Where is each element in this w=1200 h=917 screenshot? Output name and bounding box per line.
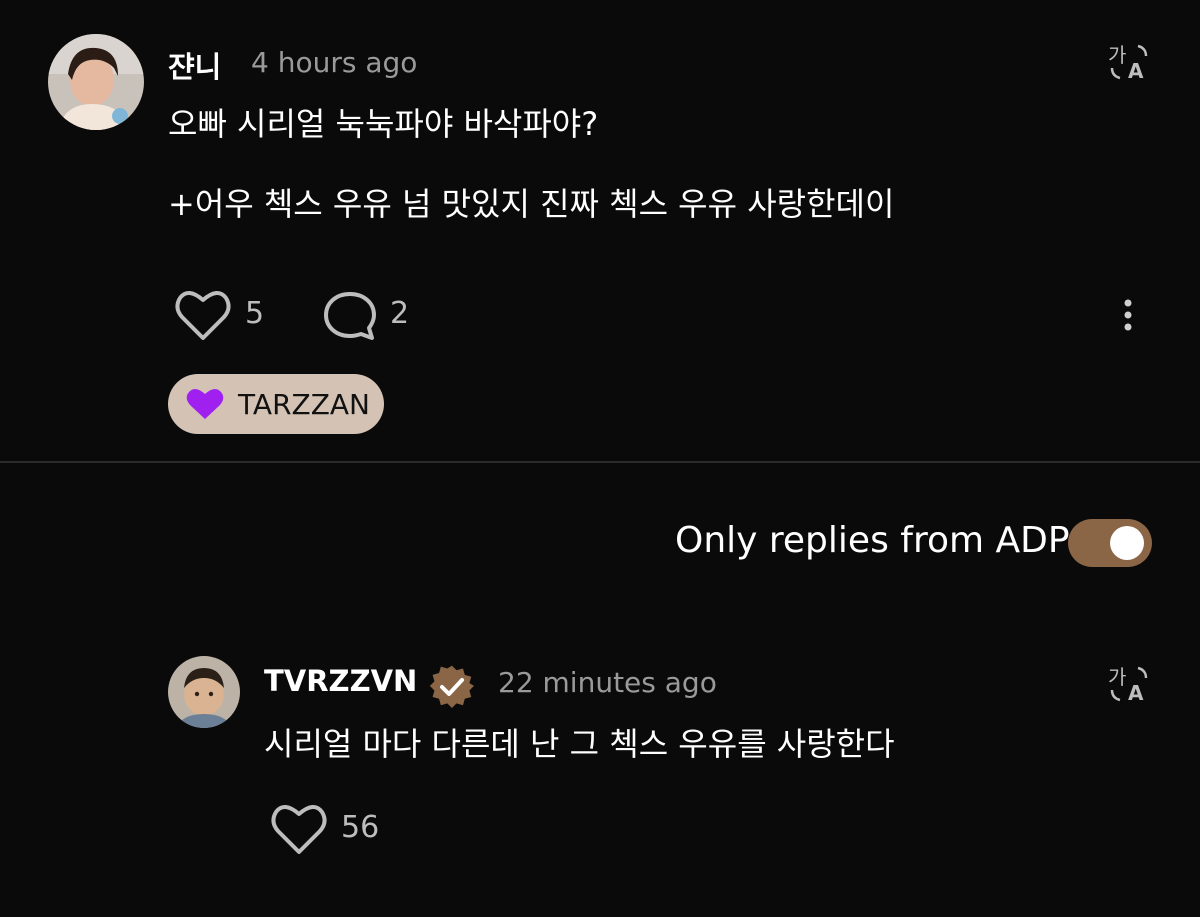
reply-text: 시리얼 마다 다른데 난 그 첵스 우유를 사랑한다 bbox=[264, 725, 895, 763]
like-button[interactable] bbox=[174, 288, 232, 342]
artist-replies-toggle[interactable] bbox=[1068, 519, 1152, 567]
comment-text: 오빠 시리얼 눅눅파야 바삭파야? +어우 첵스 우유 넘 맛있지 진짜 첵스 … bbox=[168, 105, 895, 223]
comment-timestamp: 4 hours ago bbox=[251, 46, 418, 79]
svg-text:A: A bbox=[1128, 59, 1144, 80]
more-vertical-icon bbox=[1124, 299, 1132, 331]
reply-like-count: 56 bbox=[341, 810, 380, 845]
heart-outline-icon bbox=[175, 291, 231, 340]
svg-text:가: 가 bbox=[1108, 665, 1126, 689]
replier-name[interactable]: TVRZZVN bbox=[264, 664, 417, 698]
commenter-avatar[interactable] bbox=[48, 34, 144, 130]
heart-icon bbox=[186, 388, 224, 419]
reply-like-button[interactable] bbox=[270, 802, 328, 860]
translate-icon: 가 A bbox=[1108, 665, 1148, 705]
heart-outline-icon bbox=[271, 805, 327, 854]
artist-replies-filter-label: Only replies from ADP bbox=[675, 520, 1070, 561]
fan-tag-label: TARZZAN bbox=[238, 387, 371, 421]
replier-avatar[interactable] bbox=[168, 656, 240, 728]
verified-badge-icon bbox=[428, 662, 474, 708]
reply-count: 2 bbox=[390, 296, 410, 331]
reply-button[interactable] bbox=[322, 290, 378, 346]
reply-timestamp: 22 minutes ago bbox=[498, 666, 717, 699]
comment-bubble-icon bbox=[324, 292, 376, 340]
translate-button[interactable]: 가 A bbox=[1108, 40, 1152, 83]
commenter-name[interactable]: 쟌니 bbox=[168, 44, 221, 86]
svg-text:A: A bbox=[1128, 681, 1144, 702]
like-count: 5 bbox=[245, 296, 265, 331]
translate-icon: 가 A bbox=[1108, 43, 1148, 83]
fan-tag-chip[interactable]: TARZZAN bbox=[168, 374, 385, 434]
more-options-button[interactable] bbox=[1118, 298, 1138, 332]
toggle-knob bbox=[1110, 526, 1144, 560]
reply-translate-button[interactable]: 가 A bbox=[1108, 662, 1152, 705]
svg-text:가: 가 bbox=[1108, 43, 1126, 67]
section-divider bbox=[0, 461, 1200, 463]
